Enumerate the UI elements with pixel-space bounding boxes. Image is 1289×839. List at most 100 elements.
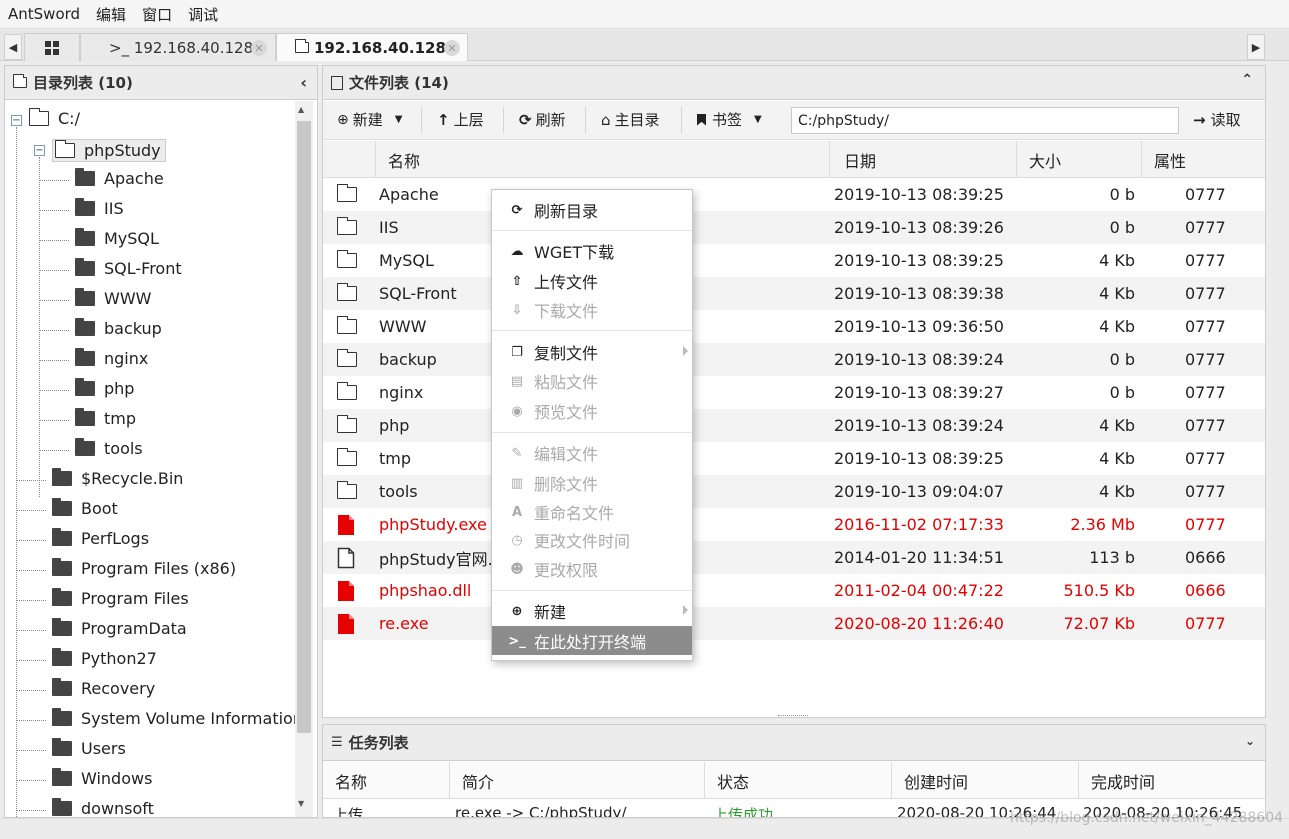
column-size[interactable]: 大小 <box>1016 141 1141 178</box>
collapse-expander-icon[interactable]: − <box>34 145 45 156</box>
tree-node-root[interactable]: C:/ <box>28 108 80 128</box>
file-row[interactable]: phpStudy官网.url 2014-01-20 11:34:51 113 b 06… <box>323 541 1265 574</box>
trash-icon: ▥ <box>510 475 524 491</box>
folder-icon <box>336 217 357 235</box>
file-row[interactable]: WWW 2019-10-13 09:36:50 4 Kb 0777 <box>323 310 1265 343</box>
menu-item[interactable]: ❐ 复制文件 <box>492 337 692 366</box>
tree-node-child[interactable]: nginx <box>75 348 148 368</box>
menu-item[interactable]: ⊕ 新建 <box>492 596 692 625</box>
file-date: 2019-10-13 08:39:25 <box>834 185 1004 204</box>
tab-home[interactable] <box>24 33 80 61</box>
file-row[interactable]: backup 2019-10-13 08:39:24 0 b 0777 <box>323 343 1265 376</box>
file-row[interactable]: SQL-Front 2019-10-13 08:39:38 4 Kb 0777 <box>323 277 1265 310</box>
read-button[interactable]: → 读取 <box>1193 109 1241 130</box>
task-column-status[interactable]: 状态 <box>704 762 891 799</box>
tree-node-sibling[interactable]: $Recycle.Bin <box>52 468 183 488</box>
file-row[interactable]: php 2019-10-13 08:39:24 4 Kb 0777 <box>323 409 1265 442</box>
column-date[interactable]: 日期 <box>829 141 1016 178</box>
menu-window[interactable]: 窗口 <box>142 4 172 25</box>
close-icon[interactable]: ✕ <box>251 40 267 56</box>
tree-node-sibling[interactable]: Users <box>52 738 126 758</box>
column-attr[interactable]: 属性 <box>1141 141 1265 178</box>
menu-item[interactable]: >_ 在此处打开终端 <box>492 626 692 655</box>
tree-node-sibling[interactable]: downsoft <box>52 798 154 817</box>
tree-node-sibling[interactable]: System Volume Information <box>52 708 295 728</box>
scrollbar-thumb[interactable] <box>297 121 311 733</box>
up-button[interactable]: ↑ 上层 <box>437 109 484 130</box>
tree-node-child[interactable]: php <box>75 378 134 398</box>
file-row[interactable]: Apache 2019-10-13 08:39:25 0 b 0777 <box>323 178 1265 211</box>
task-column-finished[interactable]: 完成时间 <box>1078 762 1265 799</box>
menu-antsword[interactable]: AntSword <box>8 5 80 23</box>
file-toolbar: ⊕ 新建 ▼ ↑ 上层 ⟳ 刷新 ⌂ 主目录 书签 ▼ C:/phpStudy/… <box>323 101 1265 140</box>
file-row[interactable]: MySQL 2019-10-13 08:39:25 4 Kb 0777 <box>323 244 1265 277</box>
tree-node-child[interactable]: tmp <box>75 408 136 428</box>
chevron-down-icon[interactable]: ⌄ <box>1245 734 1255 748</box>
file-attr: 0777 <box>1185 317 1226 336</box>
tree-node-sibling[interactable]: Python27 <box>52 648 157 668</box>
tree-node-sibling[interactable]: ProgramData <box>52 618 187 638</box>
new-button[interactable]: ⊕ 新建 ▼ <box>337 109 402 130</box>
menu-debug[interactable]: 调试 <box>188 4 218 25</box>
menu-edit[interactable]: 编辑 <box>96 4 126 25</box>
file-row[interactable]: tools 2019-10-13 09:04:07 4 Kb 0777 <box>323 475 1265 508</box>
tab-scroll-right-icon[interactable]: ▶ <box>1247 34 1265 60</box>
menu-item[interactable]: ▤ 粘贴文件 <box>492 366 692 395</box>
submenu-arrow-icon <box>683 346 688 356</box>
tab-scroll-left-icon[interactable]: ◀ <box>4 34 22 60</box>
tree-node-sibling[interactable]: Boot <box>52 498 118 518</box>
collapse-left-icon[interactable]: ‹ <box>300 73 307 92</box>
tab-filemanager[interactable]: 192.168.40.128 ✕ <box>276 33 468 61</box>
home-button[interactable]: ⌂ 主目录 <box>601 109 660 130</box>
tree-node-sibling[interactable]: PerfLogs <box>52 528 149 548</box>
context-menu: ⟳ 刷新目录 ☁ WGET下载 ⇧ 上传文件 ⇩ 下载文件 ❐ 复制文件 ▤ 粘贴文件 ◉ 预览文件 ✎ 编辑… <box>491 189 693 661</box>
file-name: nginx <box>379 383 424 402</box>
menu-item[interactable]: ▥ 删除文件 <box>492 468 692 497</box>
tree-node-child[interactable]: tools <box>75 438 143 458</box>
task-column-desc[interactable]: 简介 <box>449 762 704 799</box>
directory-scrollbar[interactable]: ▲ ▼ <box>295 101 313 817</box>
tree-node-sibling[interactable]: Recovery <box>52 678 155 698</box>
menu-item[interactable]: ⟳ 刷新目录 <box>492 195 692 224</box>
tree-node-phpstudy[interactable]: phpStudy <box>52 139 166 162</box>
menu-item[interactable]: ◉ 预览文件 <box>492 396 692 425</box>
splitter-handle[interactable] <box>778 715 808 716</box>
menu-item[interactable]: A 重命名文件 <box>492 497 692 526</box>
task-column-name[interactable]: 名称 <box>323 762 449 799</box>
task-column-created[interactable]: 创建时间 <box>891 762 1078 799</box>
tree-node-child[interactable]: MySQL <box>75 228 159 248</box>
file-size: 4 Kb <box>1099 482 1135 501</box>
menu-item[interactable]: ✎ 编辑文件 <box>492 438 692 467</box>
file-row[interactable]: phpshao.dll 2011-02-04 00:47:22 510.5 Kb 06… <box>323 574 1265 607</box>
file-row[interactable]: nginx 2019-10-13 08:39:27 0 b 0777 <box>323 376 1265 409</box>
tree-node-child[interactable]: backup <box>75 318 162 338</box>
tree-node-sibling[interactable]: Program Files <box>52 588 189 608</box>
menu-item[interactable]: ☻ 更改权限 <box>492 554 692 583</box>
file-row[interactable]: phpStudy.exe 2016-11-02 07:17:33 2.36 Mb 07… <box>323 508 1265 541</box>
menu-item[interactable]: ☁ WGET下载 <box>492 236 692 265</box>
close-icon[interactable]: ✕ <box>444 40 460 56</box>
file-row[interactable]: tmp 2019-10-13 08:39:25 4 Kb 0777 <box>323 442 1265 475</box>
file-row[interactable]: IIS 2019-10-13 08:39:26 0 b 0777 <box>323 211 1265 244</box>
tree-node-child[interactable]: SQL-Front <box>75 258 182 278</box>
column-name[interactable]: 名称 <box>375 141 829 178</box>
menu-item[interactable]: ⇩ 下载文件 <box>492 295 692 324</box>
tree-node-child[interactable]: IIS <box>75 198 124 218</box>
file-row[interactable]: re.exe 2020-08-20 11:26:40 72.07 Kb 0777 <box>323 607 1265 640</box>
file-name: backup <box>379 350 437 369</box>
menu-item[interactable]: ◷ 更改文件时间 <box>492 525 692 554</box>
bookmark-icon <box>697 113 706 126</box>
menu-item[interactable]: ⇧ 上传文件 <box>492 266 692 295</box>
tree-node-sibling[interactable]: Windows <box>52 768 152 788</box>
file-attr: 0777 <box>1185 482 1226 501</box>
bookmark-button[interactable]: 书签 ▼ <box>697 109 762 130</box>
tree-node-sibling[interactable]: Program Files (x86) <box>52 558 236 578</box>
collapse-expander-icon[interactable]: − <box>11 115 22 126</box>
tab-terminal[interactable]: >_ 192.168.40.128 ✕ <box>80 33 276 61</box>
refresh-button[interactable]: ⟳ 刷新 <box>519 109 566 130</box>
file-panel-header: 文件列表 (14) ⌃ <box>323 66 1265 100</box>
tree-node-child[interactable]: WWW <box>75 288 151 308</box>
path-input[interactable] <box>791 107 1179 134</box>
chevron-up-icon[interactable]: ⌃ <box>1241 72 1253 88</box>
tree-node-child[interactable]: Apache <box>75 168 164 188</box>
